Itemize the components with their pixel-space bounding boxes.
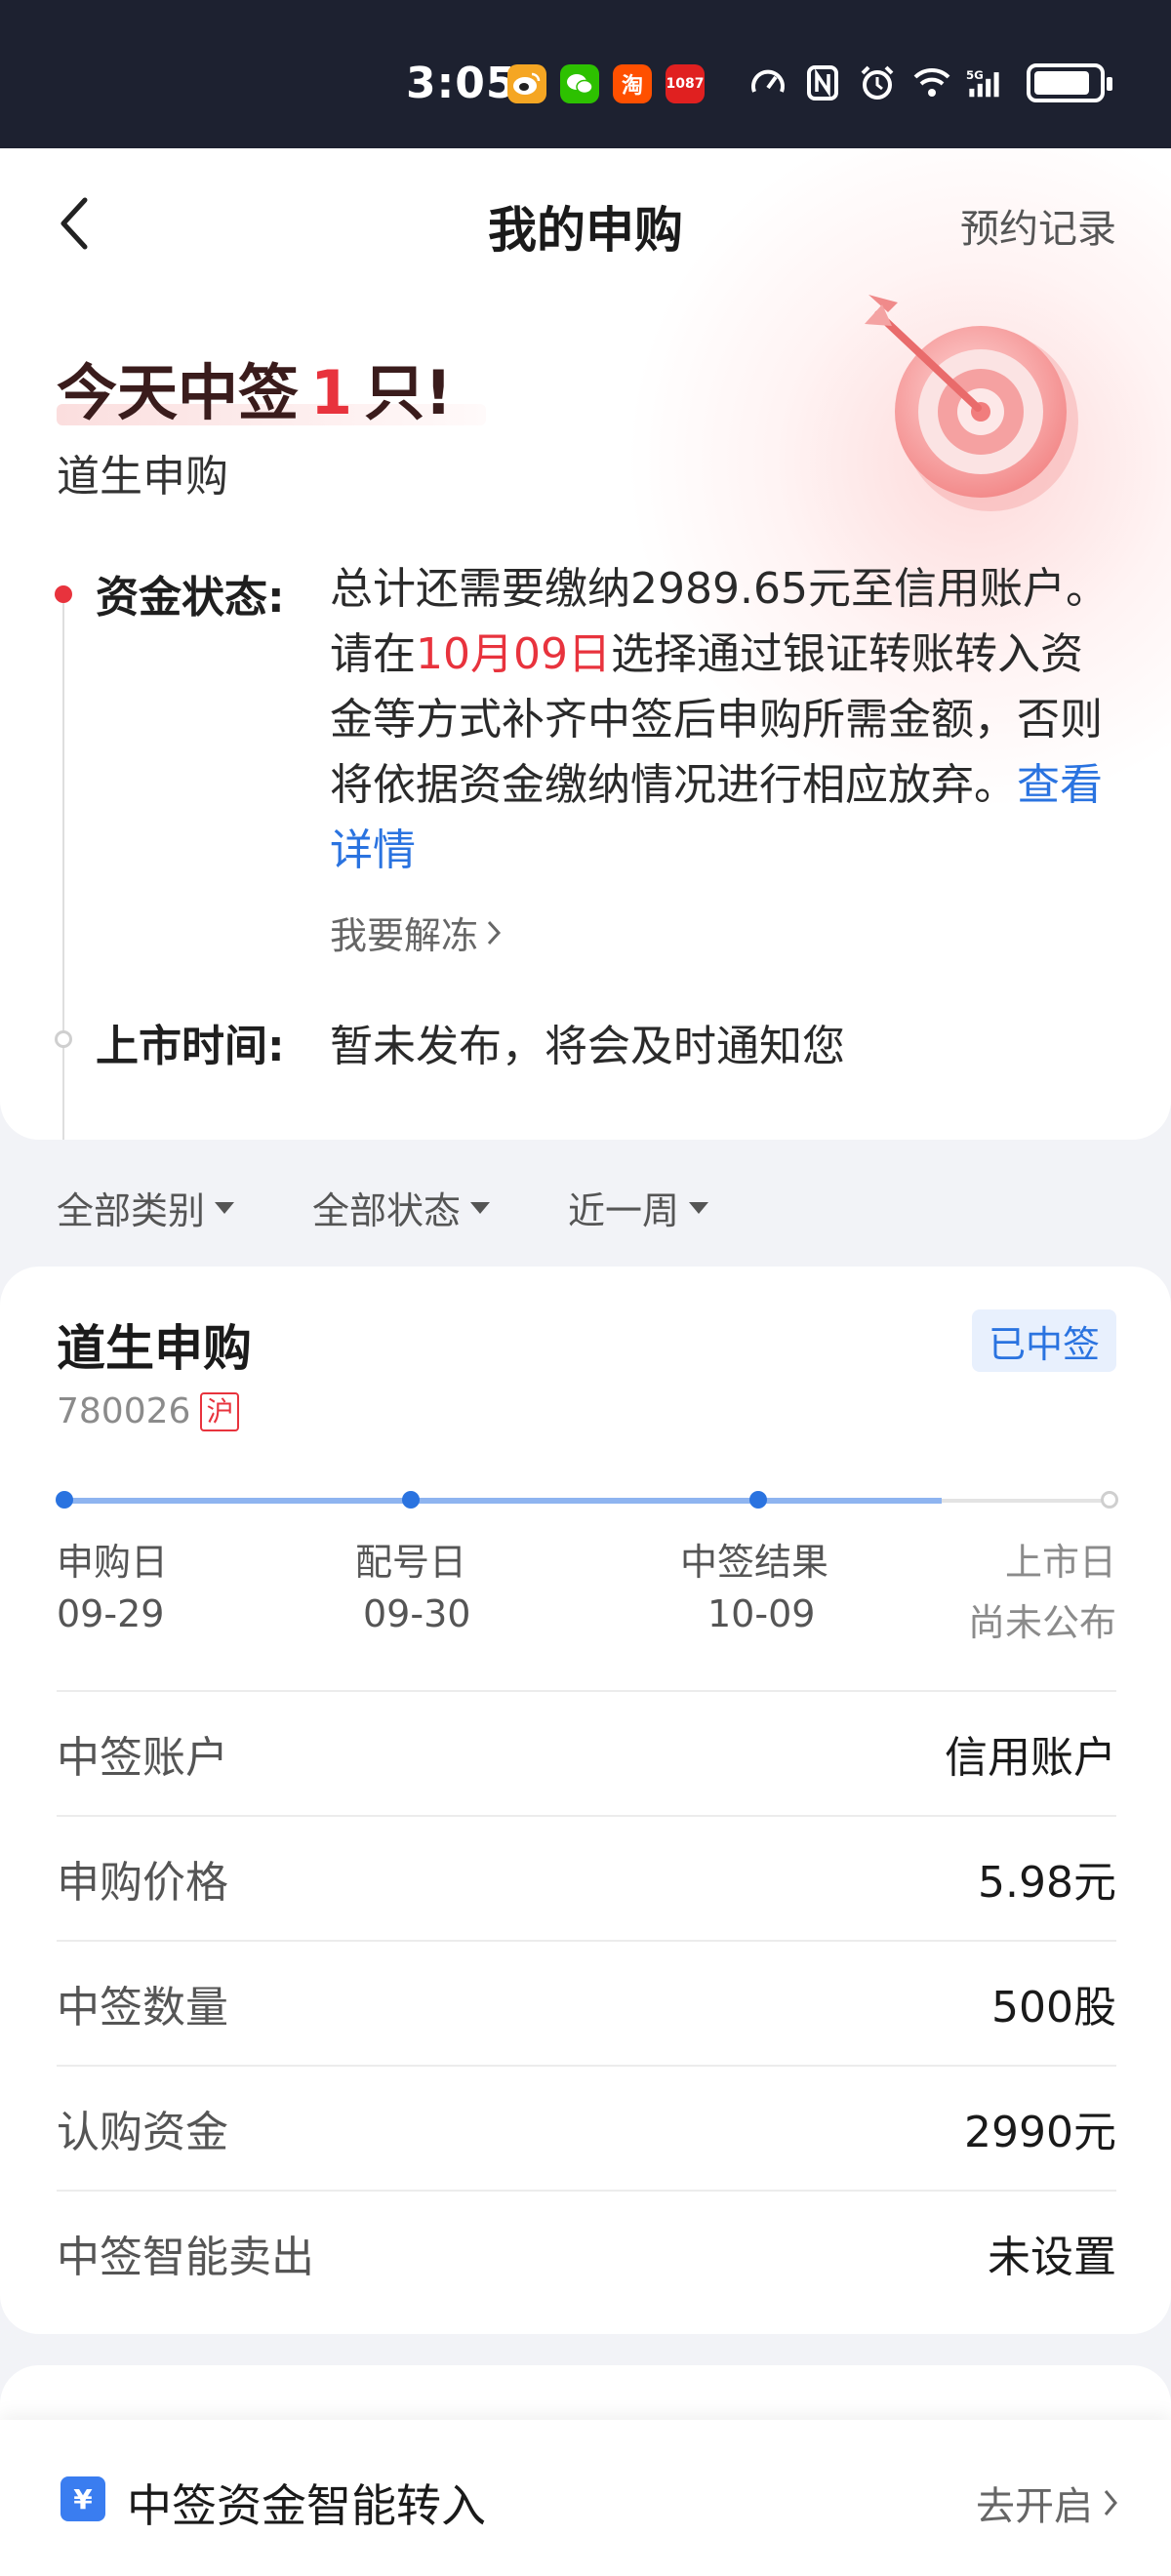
step-label: 配号日 xyxy=(355,1541,467,1584)
step-date: 10-09 xyxy=(707,1592,816,1635)
progress-dot-4 xyxy=(1101,1491,1118,1509)
detail-key: 认购资金 xyxy=(57,2108,228,2157)
timeline-line xyxy=(62,595,64,1140)
fund-status-label: 资金状态: xyxy=(96,573,285,623)
headline-prefix: 今天中签 xyxy=(57,357,300,428)
battery-icon xyxy=(1027,63,1112,102)
step-label: 中签结果 xyxy=(680,1541,829,1584)
yuan-glyph: ¥ xyxy=(73,2482,93,2516)
status-system-icons: 5G xyxy=(747,62,1112,103)
enable-label: 去开启 xyxy=(976,2484,1093,2529)
signal-5g-icon: 5G xyxy=(966,62,1007,103)
progress-dot-2 xyxy=(402,1491,420,1509)
unfreeze-label: 我要解冻 xyxy=(330,914,479,957)
target-illustration-icon xyxy=(865,295,1078,511)
progress-dot-3 xyxy=(749,1491,767,1509)
filter-period-label: 近一周 xyxy=(568,1189,680,1232)
smart-transfer-banner[interactable]: ¥ 中签资金智能转入 去开启 xyxy=(0,2420,1171,2576)
detail-key: 中签智能卖出 xyxy=(57,2233,314,2282)
enable-button[interactable]: 去开启 xyxy=(976,2475,1118,2531)
taobao-icon: 淘 xyxy=(613,64,652,103)
step-date: 09-29 xyxy=(57,1592,165,1635)
detail-row-smart-sell[interactable]: 中签智能卖出 未设置 xyxy=(57,2190,1116,2314)
banner-text: 中签资金智能转入 xyxy=(127,2479,486,2532)
reserve-records-link[interactable]: 预约记录 xyxy=(960,197,1116,254)
filter-status-label: 全部状态 xyxy=(312,1189,462,1232)
app-icon: 1087 xyxy=(666,64,705,103)
detail-row-funds: 认购资金 2990元 xyxy=(57,2065,1116,2190)
market-tag: 沪 xyxy=(200,1391,240,1431)
detail-value: 5.98元 xyxy=(978,1858,1116,1908)
ipo-name: 道生申购 xyxy=(57,1320,252,1377)
listing-time-text: 暂未发布，将会及时通知您 xyxy=(330,1022,845,1071)
detail-key: 中签账户 xyxy=(57,1733,228,1783)
step-label: 申购日 xyxy=(57,1541,169,1584)
detail-key: 申购价格 xyxy=(57,1858,228,1908)
stock-code: 780026 xyxy=(57,1391,191,1431)
fund-deadline-date: 10月09日 xyxy=(416,629,611,679)
wifi-icon xyxy=(911,62,952,103)
status-time: 3:05 xyxy=(406,59,517,108)
chevron-right-icon xyxy=(1104,2490,1117,2516)
wechat-icon xyxy=(560,64,599,103)
ipo-details: 中签账户 信用账户 申购价格 5.98元 中签数量 500股 认购资金 2990… xyxy=(57,1690,1116,2314)
nfc-icon xyxy=(802,62,843,103)
headline-count: 1 xyxy=(310,357,353,428)
timeline-dot-active xyxy=(55,585,72,603)
taobao-label: 淘 xyxy=(621,74,643,99)
fund-status-text: 总计还需要缴纳2989.65元至信用账户。请在10月09日选择通过银证转账转入资… xyxy=(330,556,1110,883)
alarm-icon xyxy=(857,62,898,103)
detail-row-quantity: 中签数量 500股 xyxy=(57,1940,1116,2065)
progress-fill xyxy=(64,1498,942,1504)
svg-text:5G: 5G xyxy=(966,68,984,82)
app-label: 1087 xyxy=(666,76,705,92)
filter-bar: 全部类别 全部状态 近一周 xyxy=(57,1181,787,1234)
step-date: 尚未公布 xyxy=(967,1601,1116,1644)
winning-stock-name: 道生申购 xyxy=(57,452,228,502)
detail-value: 信用账户 xyxy=(945,1733,1116,1783)
winning-headline: 今天中签 1 只! xyxy=(57,343,452,431)
summary-card: 我的申购 预约记录 今天中签 1 只! 道生申购 资金状态: 总计还需要缴纳2989… xyxy=(0,148,1171,1140)
speed-icon xyxy=(747,62,788,103)
chevron-right-icon xyxy=(487,920,502,945)
status-badge: 已中签 xyxy=(972,1309,1116,1372)
caret-down-icon xyxy=(689,1201,709,1214)
timeline-dot-pending xyxy=(55,1030,72,1048)
weibo-icon xyxy=(507,64,546,103)
detail-key: 中签数量 xyxy=(57,1983,228,2033)
detail-value: 500股 xyxy=(991,1983,1116,2033)
unfreeze-link[interactable]: 我要解冻 xyxy=(330,906,502,959)
detail-row-price: 申购价格 5.98元 xyxy=(57,1815,1116,1940)
step-date: 09-30 xyxy=(363,1592,471,1635)
caret-down-icon xyxy=(470,1201,491,1214)
listing-time-label: 上市时间: xyxy=(96,1022,285,1071)
detail-row-account: 中签账户 信用账户 xyxy=(57,1690,1116,1815)
detail-value: 未设置 xyxy=(988,2233,1116,2282)
filter-status-dropdown[interactable]: 全部状态 xyxy=(312,1181,491,1234)
filter-period-dropdown[interactable]: 近一周 xyxy=(568,1181,709,1234)
headline-suffix: 只! xyxy=(364,357,453,428)
filter-category-dropdown[interactable]: 全部类别 xyxy=(57,1181,235,1234)
step-label: 上市日 xyxy=(1004,1541,1116,1584)
detail-value: 2990元 xyxy=(964,2108,1116,2157)
status-bar: 3:05 淘 1087 5G xyxy=(0,0,1171,148)
progress-dot-1 xyxy=(56,1491,73,1509)
status-app-icons: 淘 1087 xyxy=(507,64,705,103)
battery-level xyxy=(1034,71,1089,95)
ipo-card[interactable]: 道生申购 已中签 780026 沪 申购日 09-29 配号日 09-30 中签… xyxy=(0,1267,1171,2334)
yuan-icon: ¥ xyxy=(61,2476,105,2521)
ipo-code: 780026 沪 xyxy=(57,1391,240,1431)
caret-down-icon xyxy=(215,1201,235,1214)
filter-category-label: 全部类别 xyxy=(57,1189,206,1232)
